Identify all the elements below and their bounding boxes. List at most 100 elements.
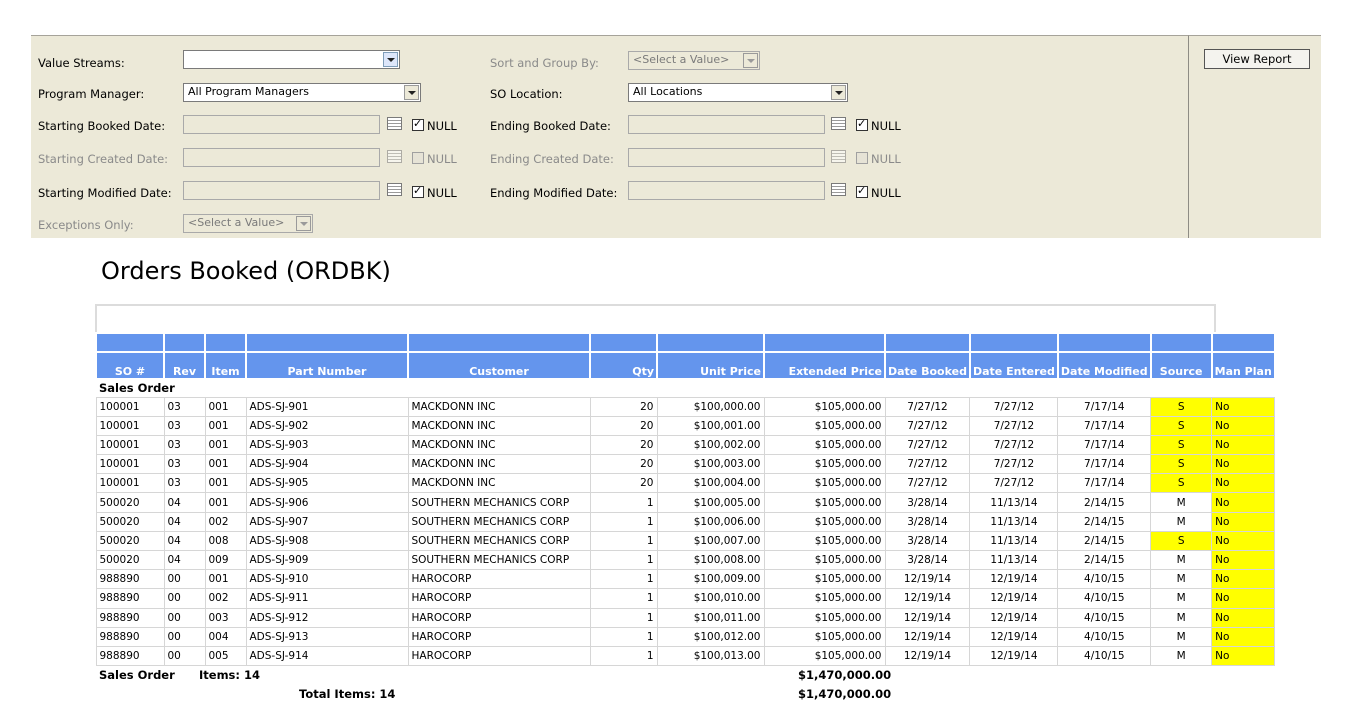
footer-items-count: Items: 14 bbox=[199, 668, 261, 682]
cell-date-entered: 7/27/12 bbox=[969, 415, 1059, 436]
starting-modified-null-checkbox[interactable] bbox=[412, 184, 424, 198]
calendar-icon[interactable] bbox=[387, 150, 402, 163]
cell-part-number: ADS-SJ-906 bbox=[245, 492, 409, 513]
column-header-rev: Rev bbox=[163, 351, 206, 380]
cell-date-modified: 4/10/15 bbox=[1057, 626, 1152, 647]
starting-created-null-checkbox[interactable] bbox=[412, 152, 424, 164]
cell-man-plan: No bbox=[1211, 549, 1276, 571]
table-row: 988890 00 002 ADS-SJ-911 HAROCORP 1 $100,010.0… bbox=[95, 588, 1276, 609]
ending-booked-null-checkbox[interactable] bbox=[856, 117, 868, 131]
table-row: 988890 00 001 ADS-SJ-910 HAROCORP 1 $100,009.0… bbox=[95, 569, 1276, 590]
cell-date-entered: 7/27/12 bbox=[969, 396, 1059, 417]
cell-part-number: ADS-SJ-911 bbox=[245, 588, 409, 609]
cell-customer: SOUTHERN MECHANICS CORP bbox=[407, 492, 591, 513]
calendar-icon[interactable] bbox=[831, 183, 846, 196]
cell-man-plan: No bbox=[1211, 530, 1276, 552]
starting-booked-null-checkbox[interactable] bbox=[412, 117, 424, 131]
cell-part-number: ADS-SJ-903 bbox=[245, 434, 409, 456]
cell-qty: 1 bbox=[589, 645, 658, 667]
value-streams-label: Value Streams: bbox=[38, 56, 125, 70]
cell-date-entered: 12/19/14 bbox=[969, 607, 1059, 628]
ending-modified-null-checkbox[interactable] bbox=[856, 184, 868, 198]
cell-customer: MACKDONN INC bbox=[407, 434, 591, 456]
cell-date-booked: 7/27/12 bbox=[884, 454, 971, 475]
ending-created-null-checkbox[interactable] bbox=[856, 152, 868, 164]
cell-customer: HAROCORP bbox=[407, 569, 591, 590]
cell-rev: 00 bbox=[163, 607, 206, 628]
so-location-label: SO Location: bbox=[490, 87, 563, 101]
column-header-date-booked: Date Booked bbox=[884, 351, 971, 380]
cell-date-entered: 11/13/14 bbox=[969, 549, 1059, 571]
cell-customer: HAROCORP bbox=[407, 588, 591, 609]
cell-extended-price: $105,000.00 bbox=[763, 645, 886, 667]
cell-item: 004 bbox=[204, 626, 247, 647]
calendar-icon[interactable] bbox=[831, 117, 846, 130]
cell-extended-price: $105,000.00 bbox=[763, 473, 886, 494]
cell-rev: 00 bbox=[163, 569, 206, 590]
table-row: 100001 03 001 ADS-SJ-901 MACKDONN INC 20 $100,… bbox=[95, 396, 1276, 417]
cell-extended-price: $105,000.00 bbox=[763, 492, 886, 513]
cell-qty: 1 bbox=[589, 569, 658, 590]
cell-item: 005 bbox=[204, 645, 247, 667]
total-items: Total Items: 14 bbox=[299, 687, 396, 701]
starting-booked-date-input[interactable] bbox=[183, 115, 380, 134]
cell-unit-price: $100,004.00 bbox=[656, 473, 765, 494]
value-streams-select[interactable] bbox=[183, 50, 400, 69]
cell-so-number: 100001 bbox=[95, 454, 165, 475]
cell-extended-price: $105,000.00 bbox=[763, 607, 886, 628]
cell-so-number: 100001 bbox=[95, 473, 165, 494]
cell-date-booked: 3/28/14 bbox=[884, 530, 971, 552]
null-label: NULL bbox=[871, 186, 901, 200]
cell-item: 001 bbox=[204, 492, 247, 513]
ending-created-date-input[interactable] bbox=[628, 148, 825, 167]
cell-date-entered: 12/19/14 bbox=[969, 588, 1059, 609]
cell-source: M bbox=[1150, 511, 1213, 532]
cell-date-entered: 7/27/12 bbox=[969, 454, 1059, 475]
cell-date-modified: 7/17/14 bbox=[1057, 473, 1152, 494]
cell-unit-price: $100,001.00 bbox=[656, 415, 765, 436]
cell-date-modified: 7/17/14 bbox=[1057, 415, 1152, 436]
cell-man-plan: No bbox=[1211, 626, 1276, 647]
null-label: NULL bbox=[427, 186, 457, 200]
view-report-button[interactable]: View Report bbox=[1204, 49, 1310, 69]
so-location-select[interactable]: All Locations bbox=[628, 83, 848, 102]
calendar-icon[interactable] bbox=[387, 117, 402, 130]
sort-group-value: <Select a Value> bbox=[633, 53, 730, 66]
cell-so-number: 100001 bbox=[95, 396, 165, 417]
cell-qty: 20 bbox=[589, 473, 658, 494]
calendar-icon[interactable] bbox=[387, 183, 402, 196]
cell-man-plan: No bbox=[1211, 396, 1276, 417]
calendar-icon[interactable] bbox=[831, 150, 846, 163]
cell-man-plan: No bbox=[1211, 454, 1276, 475]
cell-unit-price: $100,009.00 bbox=[656, 569, 765, 590]
cell-so-number: 988890 bbox=[95, 626, 165, 647]
cell-extended-price: $105,000.00 bbox=[763, 454, 886, 475]
starting-created-date-input[interactable] bbox=[183, 148, 380, 167]
ending-booked-date-input[interactable] bbox=[628, 115, 825, 134]
ending-modified-date-input[interactable] bbox=[628, 181, 825, 200]
null-label: NULL bbox=[871, 119, 901, 133]
program-manager-select[interactable]: All Program Managers bbox=[183, 83, 421, 102]
cell-source: S bbox=[1150, 434, 1213, 456]
cell-source: S bbox=[1150, 396, 1213, 417]
cell-source: M bbox=[1150, 549, 1213, 571]
cell-customer: HAROCORP bbox=[407, 607, 591, 628]
exceptions-only-select[interactable]: <Select a Value> bbox=[183, 214, 313, 233]
starting-modified-date-input[interactable] bbox=[183, 181, 380, 200]
cell-part-number: ADS-SJ-901 bbox=[245, 396, 409, 417]
cell-rev: 00 bbox=[163, 626, 206, 647]
chevron-down-icon bbox=[383, 52, 398, 67]
cell-part-number: ADS-SJ-902 bbox=[245, 415, 409, 436]
cell-so-number: 100001 bbox=[95, 434, 165, 456]
cell-qty: 1 bbox=[589, 530, 658, 552]
sort-group-select[interactable]: <Select a Value> bbox=[628, 51, 760, 70]
cell-extended-price: $105,000.00 bbox=[763, 626, 886, 647]
cell-customer: SOUTHERN MECHANICS CORP bbox=[407, 549, 591, 571]
null-label: NULL bbox=[427, 152, 457, 166]
cell-qty: 20 bbox=[589, 434, 658, 456]
cell-man-plan: No bbox=[1211, 415, 1276, 436]
table-header-row: SO # Rev Item Part Number Customer Qty Unit Pr… bbox=[95, 351, 1276, 380]
table-row: 500020 04 008 ADS-SJ-908 SOUTHERN MECHANICS … bbox=[95, 530, 1276, 552]
cell-man-plan: No bbox=[1211, 511, 1276, 532]
cell-extended-price: $105,000.00 bbox=[763, 549, 886, 571]
